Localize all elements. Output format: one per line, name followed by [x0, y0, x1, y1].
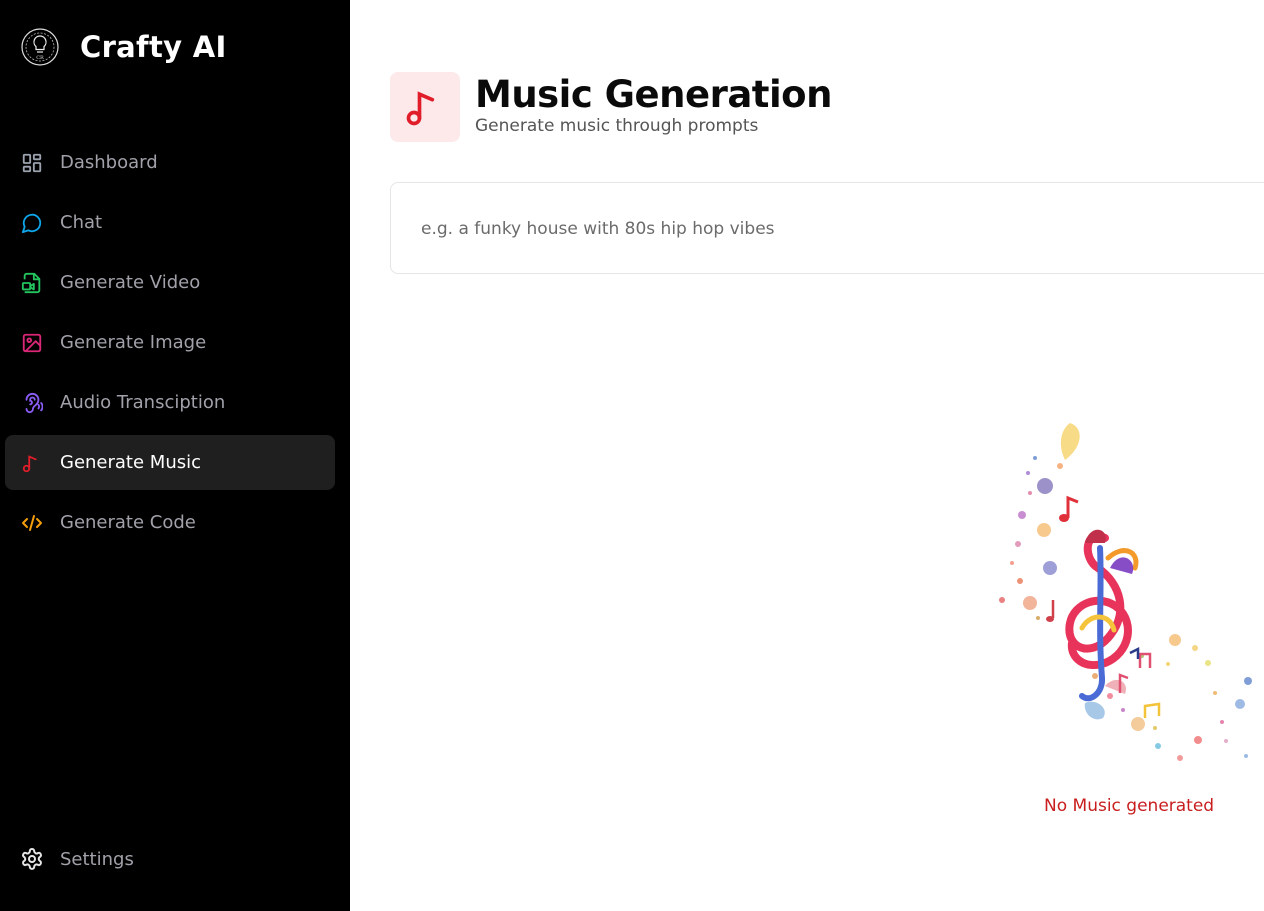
sidebar-item-label: Generate Music: [60, 452, 202, 473]
crafty-ai-logo-icon: CR: [21, 28, 59, 66]
gear-icon: [20, 847, 44, 871]
sidebar-nav: Dashboard Chat Generate Video Generate I…: [5, 135, 335, 555]
sidebar-item-generate-image[interactable]: Generate Image: [5, 315, 335, 370]
sidebar-item-generate-music[interactable]: Generate Music: [5, 435, 335, 490]
video-file-icon: [20, 271, 44, 295]
sidebar-item-label: Generate Code: [60, 512, 196, 533]
sidebar-item-audio-transcription[interactable]: Audio Transciption: [5, 375, 335, 430]
sidebar-item-settings[interactable]: Settings: [20, 847, 134, 871]
prompt-input[interactable]: [421, 216, 1221, 242]
sidebar-item-dashboard[interactable]: Dashboard: [5, 135, 335, 190]
page-subtitle: Generate music through prompts: [475, 116, 759, 136]
sidebar-item-generate-code[interactable]: Generate Code: [5, 495, 335, 550]
main-content: Music Generation Generate music through …: [350, 0, 1264, 911]
music-note-icon: [406, 91, 435, 126]
brand[interactable]: CR Crafty AI: [20, 27, 227, 67]
settings-label: Settings: [60, 848, 134, 870]
sidebar-item-chat[interactable]: Chat: [5, 195, 335, 250]
sidebar-item-label: Dashboard: [60, 152, 158, 173]
audio-waves-icon: [20, 391, 44, 415]
music-note-icon: [20, 451, 44, 475]
sidebar-item-label: Audio Transciption: [60, 392, 226, 413]
sidebar-item-label: Generate Image: [60, 332, 207, 353]
chat-bubble-icon: [20, 211, 44, 235]
empty-state-message: No Music generated: [1044, 796, 1215, 816]
header-text: Music Generation Generate music through …: [475, 73, 832, 137]
prompt-form: [390, 182, 1264, 274]
page-header: Music Generation Generate music through …: [390, 72, 832, 142]
image-icon: [20, 331, 44, 355]
sidebar: CR Crafty AI Dashboard Chat Generate Vid…: [0, 0, 350, 911]
dashboard-icon: [20, 151, 44, 175]
svg-text:CR: CR: [36, 55, 44, 61]
brand-name: Crafty AI: [80, 30, 227, 64]
colorful-treble-clef-notes-illustration: [999, 423, 1252, 761]
sidebar-item-label: Generate Video: [60, 272, 201, 293]
code-icon: [20, 511, 44, 535]
header-icon-box: [390, 72, 460, 142]
page-title: Music Generation: [475, 73, 832, 116]
sidebar-item-generate-video[interactable]: Generate Video: [5, 255, 335, 310]
sidebar-item-label: Chat: [60, 212, 103, 233]
